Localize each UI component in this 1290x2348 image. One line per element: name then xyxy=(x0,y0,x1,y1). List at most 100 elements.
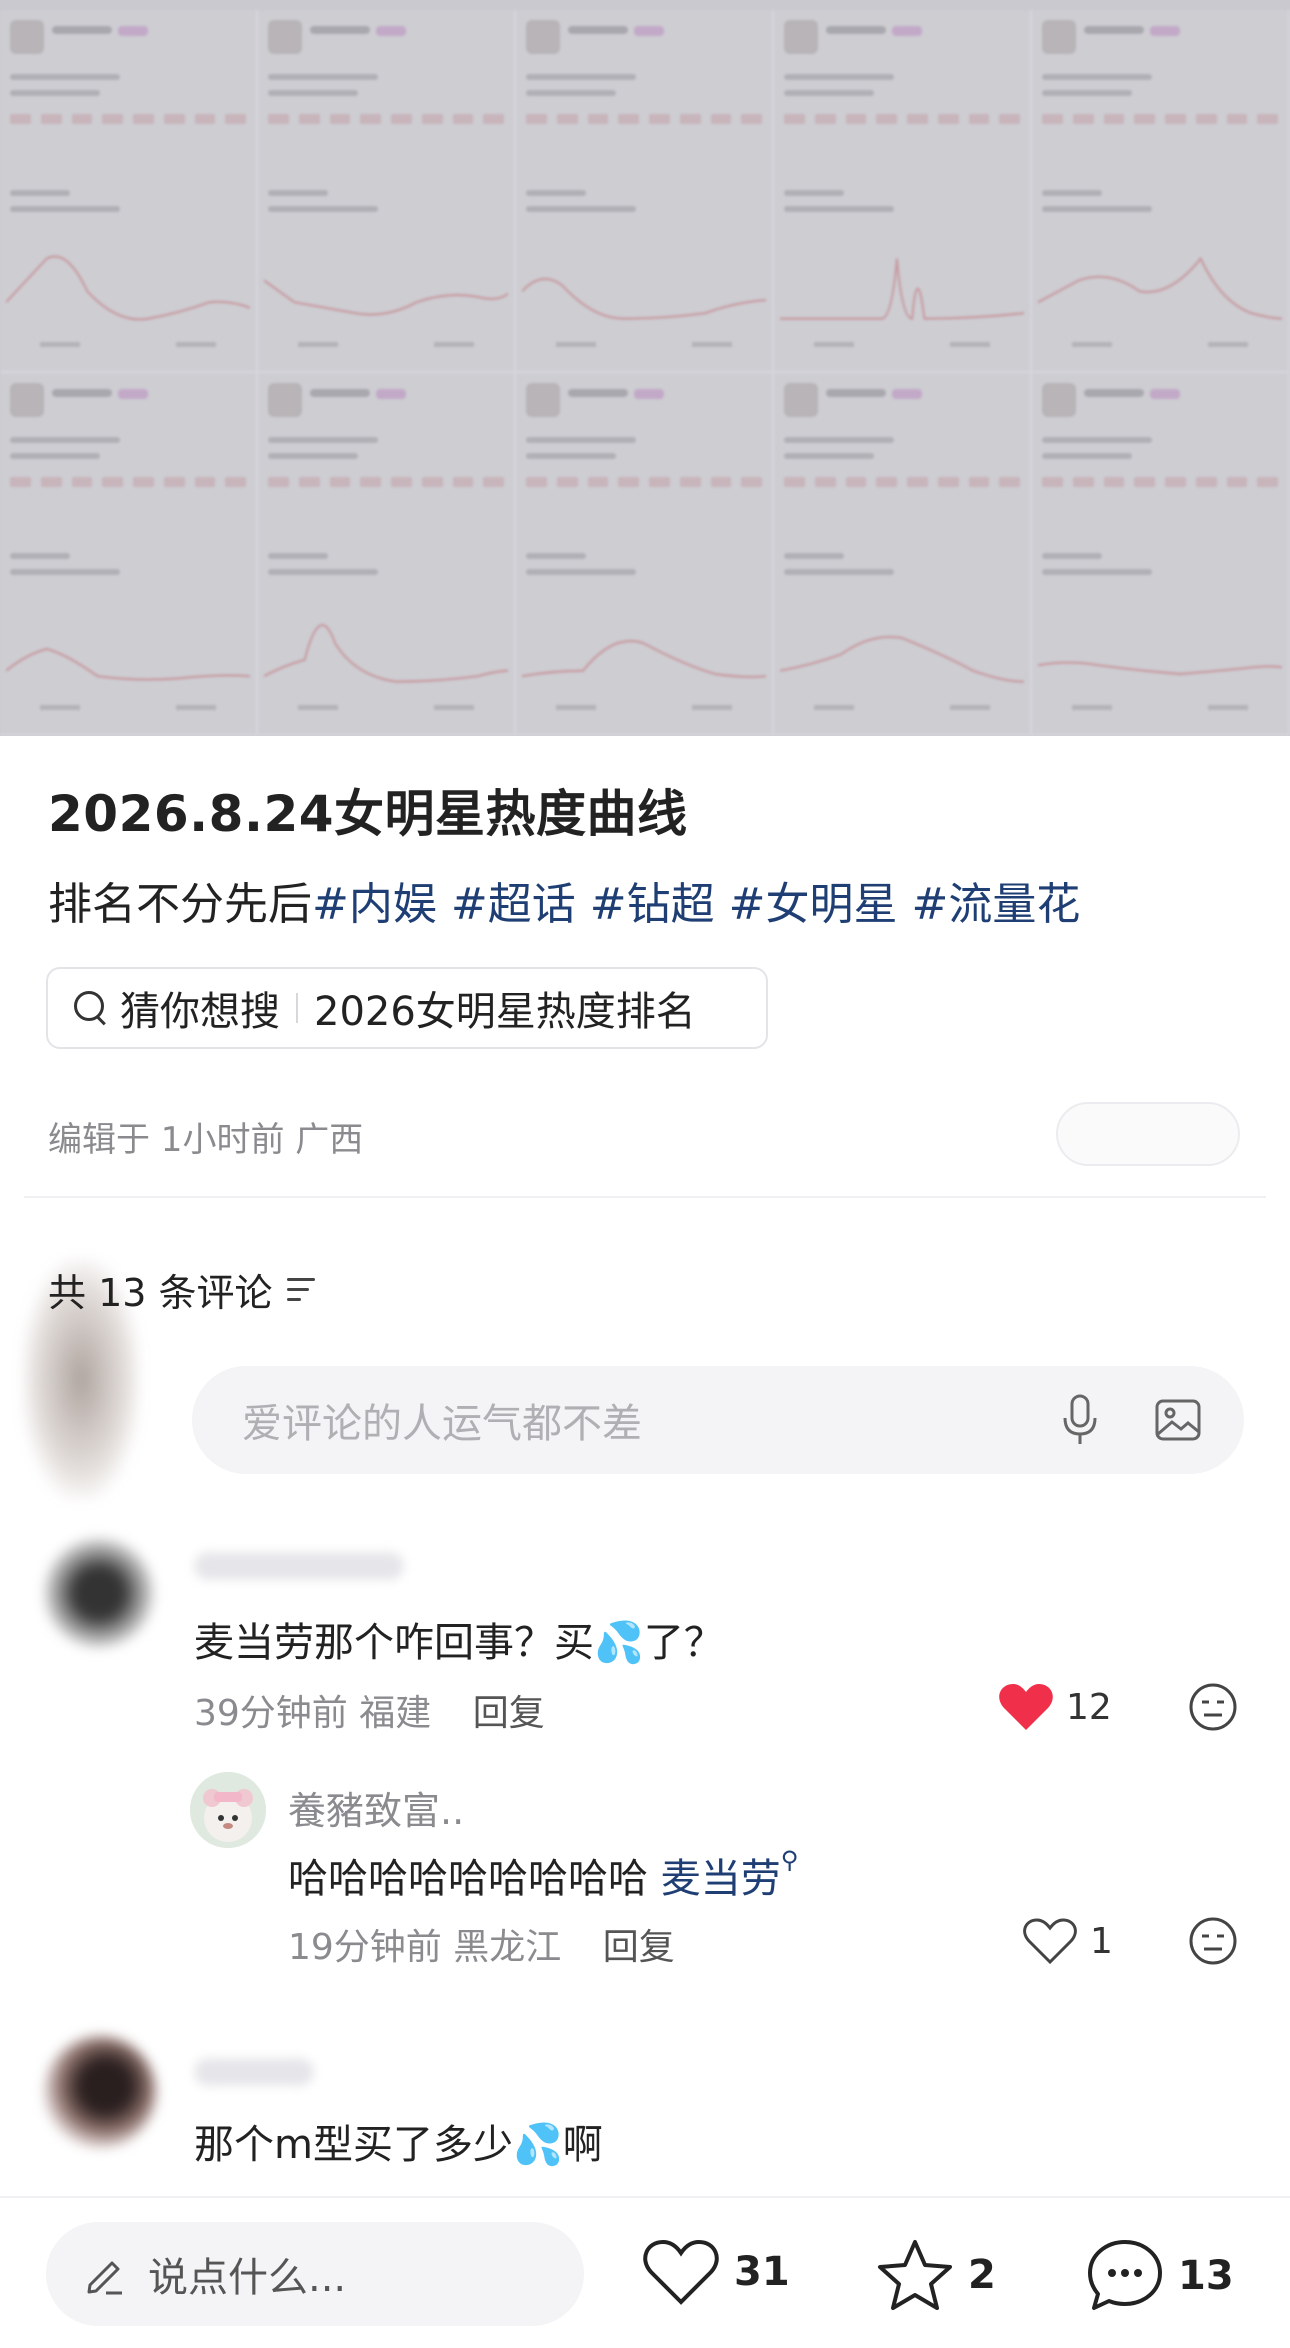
comments-button[interactable]: 13 xyxy=(1086,2238,1234,2314)
heart-outline-icon xyxy=(1023,1918,1077,1965)
mention-link[interactable]: 麦当劳 xyxy=(661,1856,781,1902)
reply-button[interactable]: 回复 xyxy=(603,1927,675,1968)
comment-text: 麦当劳那个咋回事？买💦了？ xyxy=(194,1610,724,1668)
card-name-blur xyxy=(826,26,886,34)
bear-avatar-icon xyxy=(190,1772,266,1848)
like-post-button[interactable]: 31 xyxy=(642,2238,790,2306)
guess-search-chip[interactable]: 猜你想搜 2026女明星热度排名 xyxy=(46,967,768,1049)
card-axis xyxy=(1072,342,1112,347)
card-line xyxy=(784,569,894,575)
microphone-icon[interactable] xyxy=(1060,1394,1100,1446)
image-icon[interactable] xyxy=(1154,1398,1202,1442)
card-line xyxy=(784,206,894,212)
card-avatar xyxy=(526,383,560,417)
comment-count: 共 13 条评论 xyxy=(48,1262,317,1317)
search-icon: ⚲ xyxy=(780,1846,799,1874)
card-line xyxy=(10,569,120,575)
trend-card xyxy=(0,373,258,736)
trend-card xyxy=(774,373,1032,736)
card-line xyxy=(526,437,636,443)
card-avatar xyxy=(1042,20,1076,54)
trend-card xyxy=(774,10,1032,373)
reply-meta: 19分钟前 黑龙江 回复 xyxy=(288,1918,675,1970)
trend-curve xyxy=(522,639,766,678)
card-name-blur xyxy=(568,26,628,34)
card-bars xyxy=(10,114,246,124)
card-line xyxy=(1042,90,1132,96)
card-name-blur xyxy=(310,26,370,34)
card-line xyxy=(10,190,70,196)
card-bars xyxy=(268,114,504,124)
heart-outline-icon xyxy=(643,2239,719,2305)
card-axis xyxy=(692,342,732,347)
card-axis xyxy=(40,342,80,347)
card-line xyxy=(268,569,378,575)
card-axis xyxy=(1208,342,1248,347)
star-outline-icon xyxy=(878,2240,952,2310)
hashtag-liulianghua[interactable]: #流量花 xyxy=(912,879,1081,930)
card-tag-blur xyxy=(1150,26,1180,36)
emoji-reaction-icon[interactable] xyxy=(1188,1916,1238,1966)
trend-curve xyxy=(6,647,250,681)
card-axis xyxy=(40,705,80,710)
card-name-blur xyxy=(568,389,628,397)
card-line xyxy=(526,190,586,196)
blurred-pill-button[interactable] xyxy=(1056,1102,1240,1166)
card-bars xyxy=(526,477,762,487)
card-tag-blur xyxy=(118,26,148,36)
card-axis xyxy=(434,342,474,347)
username-blurred[interactable] xyxy=(194,1552,404,1580)
reply-like-button[interactable]: 1 xyxy=(1022,1916,1113,1966)
avatar[interactable] xyxy=(44,1538,154,1648)
comment-count-bottom: 13 xyxy=(1178,2253,1234,2299)
favorite-count: 2 xyxy=(968,2252,996,2298)
card-line xyxy=(268,437,378,443)
card-avatar xyxy=(268,383,302,417)
say-something-input[interactable]: 说点什么... xyxy=(46,2222,584,2326)
hashtag-chaohua[interactable]: #超话 xyxy=(451,879,576,930)
reply-time: 19分钟前 xyxy=(288,1927,442,1968)
reply-username[interactable]: 養豬致富.. xyxy=(288,1780,464,1835)
sweat-drops-emoji: 💦 xyxy=(512,2122,563,2168)
card-axis xyxy=(556,705,596,710)
favorite-button[interactable]: 2 xyxy=(876,2238,996,2312)
card-line xyxy=(268,90,358,96)
post-title: 2026.8.24女明星热度曲线 xyxy=(48,785,688,843)
avatar[interactable] xyxy=(44,2036,156,2148)
reply-button[interactable]: 回复 xyxy=(473,1693,545,1734)
guess-label: 猜你想搜 xyxy=(120,989,280,1035)
card-line xyxy=(10,90,100,96)
hashtag-nvmingxing[interactable]: #女明星 xyxy=(729,879,898,930)
card-bars xyxy=(784,114,1020,124)
sort-icon[interactable] xyxy=(286,1277,317,1302)
card-tag-blur xyxy=(892,26,922,36)
card-axis xyxy=(950,705,990,710)
hashtag-zuanchao[interactable]: #钻超 xyxy=(590,879,715,930)
card-line xyxy=(526,74,636,80)
card-avatar xyxy=(784,20,818,54)
card-bars xyxy=(1042,114,1278,124)
like-count: 1 xyxy=(1090,1920,1113,1962)
like-count: 12 xyxy=(1066,1686,1112,1728)
comment-input[interactable]: 爱评论的人运气都不差 xyxy=(192,1366,1244,1474)
reply-text: 哈哈哈哈哈哈哈哈哈 麦当劳⚲ xyxy=(288,1846,798,1904)
card-tag-blur xyxy=(634,389,664,399)
comment-text-part: 啊 xyxy=(562,2122,603,2168)
card-bars xyxy=(268,477,504,487)
comment-text-part: 那个m型买了多少 xyxy=(194,2122,513,2168)
card-line xyxy=(784,74,894,80)
card-line xyxy=(784,453,874,459)
card-line xyxy=(784,553,844,559)
comment-input-placeholder: 爱评论的人运气都不差 xyxy=(242,1401,642,1447)
say-placeholder: 说点什么... xyxy=(148,2255,347,2301)
card-name-blur xyxy=(826,389,886,397)
card-line xyxy=(526,569,636,575)
emoji-reaction-icon[interactable] xyxy=(1188,1682,1238,1732)
username-blurred[interactable] xyxy=(194,2058,314,2086)
avatar[interactable] xyxy=(190,1772,266,1848)
card-axis xyxy=(298,342,338,347)
post-image[interactable] xyxy=(0,0,1290,736)
comment-like-button[interactable]: 12 xyxy=(998,1682,1112,1732)
trend-curve xyxy=(6,255,250,321)
hashtag-neiyu[interactable]: #内娱 xyxy=(312,879,437,930)
